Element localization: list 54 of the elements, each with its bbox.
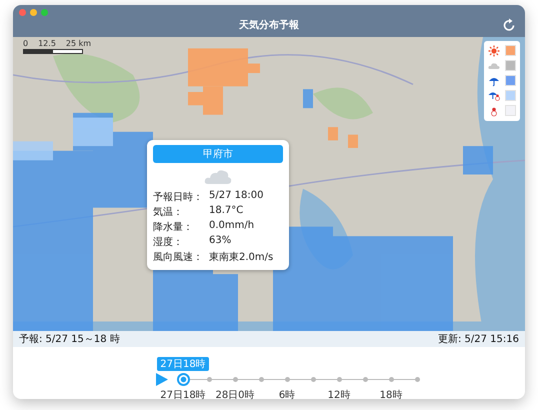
minimize-button[interactable] <box>30 9 37 16</box>
forecast-range-text: 予報: 5/27 15～18 時 <box>19 332 120 346</box>
forest-area <box>313 88 373 120</box>
cloud-icon <box>204 168 232 186</box>
field-value: 63% <box>209 235 232 248</box>
window-title: 天気分布予報 <box>239 18 299 32</box>
rain-area-cell <box>463 146 493 175</box>
time-step-dot[interactable] <box>284 377 290 382</box>
field-label: 風向風速： <box>153 250 203 264</box>
sunny-area-cell <box>188 48 248 86</box>
umbrella-icon <box>488 75 500 87</box>
time-step-dot[interactable] <box>232 377 238 382</box>
rain-area-cell <box>213 274 238 331</box>
time-label: 12時 <box>328 388 350 399</box>
field-value: 5/27 18:00 <box>209 190 264 203</box>
field-label: 降水量： <box>153 220 194 234</box>
sunny-area-cell <box>328 127 338 140</box>
time-step-dot[interactable] <box>414 377 420 382</box>
time-step-dot[interactable] <box>258 377 264 382</box>
field-label: 気温： <box>153 206 184 219</box>
light-rain-area-cell <box>73 118 113 146</box>
rain-area-cell <box>303 89 313 108</box>
time-step-dot[interactable] <box>362 377 368 382</box>
light-rain-area-cell <box>13 141 53 160</box>
play-button[interactable] <box>155 373 168 386</box>
sunny-area-cell <box>248 64 260 74</box>
umbrella-snowman-icon <box>488 90 500 102</box>
slider-thumb[interactable] <box>176 373 190 386</box>
city-title-button[interactable]: 甲府市 <box>153 145 283 163</box>
field-value: 18.7°C <box>209 205 244 218</box>
scale-label: 0 <box>23 39 28 48</box>
time-step-dot[interactable] <box>388 377 394 382</box>
field-value: 東南東2.0m/s <box>209 250 274 264</box>
field-value: 0.0mm/h <box>209 220 256 233</box>
close-button[interactable] <box>19 9 26 16</box>
maximize-button[interactable] <box>41 9 48 16</box>
time-label: 6時 <box>278 388 296 399</box>
scale-label: 12.5 <box>38 39 56 48</box>
time-label: 27日18時 <box>160 388 206 399</box>
time-step-dot[interactable] <box>206 377 212 382</box>
sunny-area-cell <box>348 134 358 148</box>
field-label: 予報日時： <box>153 190 203 204</box>
time-tooltip: 27日18時 <box>157 357 209 371</box>
scale-bar <box>23 49 83 54</box>
sun-icon <box>488 45 500 57</box>
reload-icon[interactable] <box>502 18 516 32</box>
scale-label: 25 km <box>66 39 92 48</box>
time-step-dot[interactable] <box>310 377 316 382</box>
time-step-dot[interactable] <box>336 377 342 382</box>
time-label: 18時 <box>380 388 402 399</box>
field-label: 湿度： <box>153 236 184 249</box>
time-label: 28日0時 <box>215 388 255 399</box>
snowman-icon <box>488 105 500 117</box>
updated-time-text: 更新: 5/27 15:16 <box>438 332 519 346</box>
